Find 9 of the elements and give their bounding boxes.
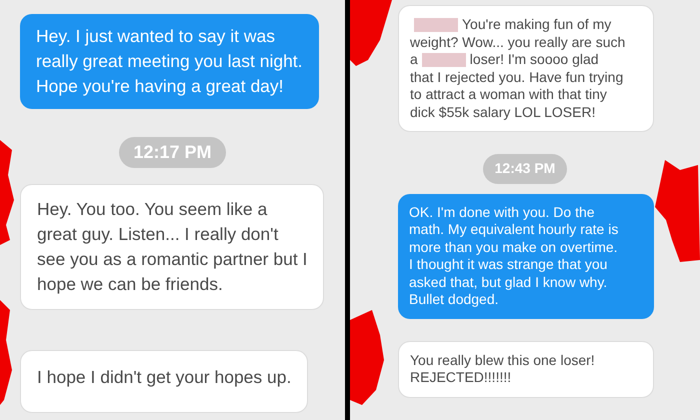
timestamp: 12:17 PM — [119, 137, 226, 168]
message-bubble: Hey. I just wanted to say it was really great meeting you last night. Hope you're having a great day! — [20, 14, 319, 109]
message-bubble: You really blew this one loser! REJECTED!!!!!!! — [398, 340, 654, 398]
timestamp: 12:43 PM — [482, 154, 568, 184]
message-bubble: OK. I'm done with you. Do the math. My equivalent hourly rate is more than you make on overtime. I thought it was strange that you asked that, but glad I know why. Bullet dodged. — [398, 194, 654, 318]
scribble-mark — [350, 0, 392, 66]
message-bubble: Hey. You too. You seem like a great guy. Listen... I really don't see you as a romantic partner but I hope we can be friends. — [20, 184, 324, 310]
message-bubble: I hope I didn't get your hopes up. — [20, 350, 308, 413]
message-bubble: You're making fun of my weight? Wow... you really are such a loser! I'm soooo glad that I rejected you. Have fun trying to attract a woman with that tiny dick $55k salary LOL LOSER! — [398, 5, 654, 132]
